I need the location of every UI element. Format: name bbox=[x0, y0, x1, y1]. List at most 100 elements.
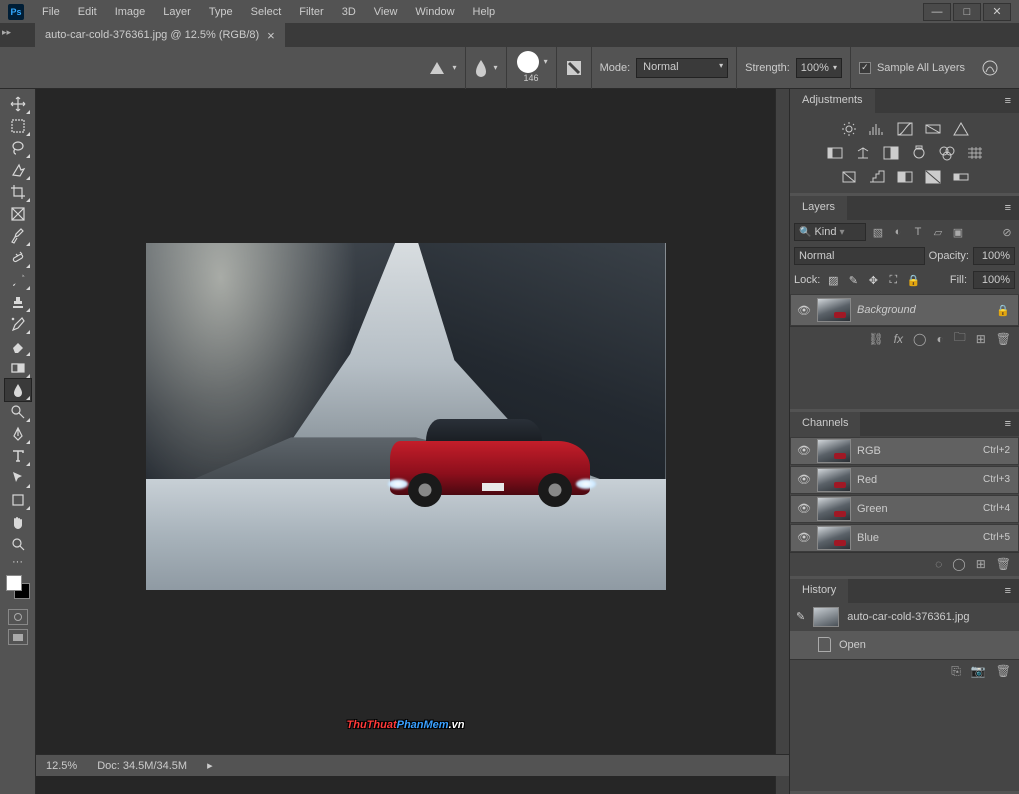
quickmask-toggle[interactable] bbox=[8, 609, 28, 625]
new-layer-icon[interactable]: ⊞ bbox=[976, 332, 986, 346]
layer-thumbnail[interactable] bbox=[817, 298, 851, 322]
channel-row-blue[interactable]: 👁BlueCtrl+5 bbox=[790, 524, 1019, 552]
visibility-toggle-icon[interactable]: 👁 bbox=[791, 502, 817, 515]
visibility-toggle-icon[interactable]: 👁 bbox=[791, 304, 817, 317]
foreground-color[interactable] bbox=[6, 575, 22, 591]
minimize-button[interactable]: — bbox=[923, 3, 951, 21]
history-snapshot-row[interactable]: ✎ auto-car-cold-376361.jpg bbox=[790, 603, 1019, 631]
link-layers-icon[interactable]: ⛓ bbox=[868, 332, 883, 346]
group-icon[interactable]: 🗀 bbox=[954, 328, 966, 349]
menu-window[interactable]: Window bbox=[407, 2, 462, 22]
blend-mode-select[interactable]: Normal bbox=[794, 247, 925, 265]
path-select-tool[interactable] bbox=[5, 467, 31, 489]
brush-panel-toggle[interactable] bbox=[557, 47, 592, 89]
fill-input[interactable]: 100% bbox=[973, 271, 1015, 289]
filter-adjust-icon[interactable]: ◐ bbox=[890, 224, 906, 240]
brush-tool[interactable] bbox=[5, 269, 31, 291]
sample-all-layers-control[interactable]: ✓ Sample All Layers bbox=[851, 47, 973, 89]
tool-preset-picker[interactable]: ▾ bbox=[419, 47, 466, 89]
menu-file[interactable]: File bbox=[34, 2, 68, 22]
close-tab-icon[interactable]: × bbox=[267, 28, 275, 43]
mode-select[interactable]: Normal bbox=[636, 58, 728, 78]
type-tool[interactable] bbox=[5, 445, 31, 467]
healing-brush-tool[interactable] bbox=[5, 247, 31, 269]
filter-toggle-icon[interactable]: ⊘ bbox=[999, 224, 1015, 240]
brightness-icon[interactable] bbox=[840, 121, 858, 137]
screenmode-toggle[interactable] bbox=[8, 629, 28, 645]
visibility-toggle-icon[interactable]: 👁 bbox=[791, 531, 817, 544]
filter-smart-icon[interactable]: ▣ bbox=[950, 224, 966, 240]
layers-tab[interactable]: Layers bbox=[790, 196, 847, 220]
delete-layer-icon[interactable]: 🗑 bbox=[996, 332, 1011, 346]
menu-filter[interactable]: Filter bbox=[291, 2, 331, 22]
eraser-tool[interactable] bbox=[5, 335, 31, 357]
new-snapshot-icon[interactable]: 📷 bbox=[971, 664, 986, 678]
mask-icon[interactable]: ◯ bbox=[913, 332, 926, 346]
lock-position-icon[interactable]: ✥ bbox=[866, 273, 880, 287]
adjustment-layer-icon[interactable]: ◐ bbox=[936, 332, 943, 346]
photo-filter-icon[interactable] bbox=[910, 145, 928, 161]
hue-icon[interactable] bbox=[826, 145, 844, 161]
bw-icon[interactable] bbox=[882, 145, 900, 161]
options-expand-toggle[interactable]: ▸▸ bbox=[2, 27, 14, 38]
layer-row-background[interactable]: 👁 Background 🔒 bbox=[790, 294, 1019, 326]
menu-type[interactable]: Type bbox=[201, 2, 241, 22]
selective-color-icon[interactable] bbox=[924, 169, 942, 185]
history-state-open[interactable]: Open bbox=[790, 631, 1019, 659]
filter-pixel-icon[interactable]: ▧ bbox=[870, 224, 886, 240]
edit-toolbar[interactable]: ··· bbox=[5, 555, 31, 569]
save-selection-icon[interactable]: ◯ bbox=[952, 557, 965, 571]
brush-preset-picker[interactable]: ▾ 146 bbox=[507, 47, 557, 89]
adjustments-tab[interactable]: Adjustments bbox=[790, 89, 875, 113]
gradient-map-icon[interactable] bbox=[952, 169, 970, 185]
menu-select[interactable]: Select bbox=[243, 2, 290, 22]
statusbar-chevron-icon[interactable]: ▸ bbox=[207, 759, 213, 772]
lock-transparent-icon[interactable]: ▨ bbox=[826, 273, 840, 287]
lock-artboard-icon[interactable]: ⛶ bbox=[886, 273, 900, 287]
dodge-tool[interactable] bbox=[5, 401, 31, 423]
menu-3d[interactable]: 3D bbox=[334, 2, 364, 22]
doc-size[interactable]: Doc: 34.5M/34.5M bbox=[97, 760, 187, 772]
channel-row-rgb[interactable]: 👁RGBCtrl+2 bbox=[790, 437, 1019, 465]
lasso-tool[interactable] bbox=[5, 137, 31, 159]
vibrance-icon[interactable] bbox=[952, 121, 970, 137]
history-brush-source-icon[interactable]: ✎ bbox=[796, 610, 805, 623]
color-swatches[interactable] bbox=[6, 575, 30, 599]
strength-input[interactable]: 100%▾ bbox=[796, 58, 842, 78]
layer-filter-kind[interactable]: 🔍 Kind ▾ bbox=[794, 223, 866, 241]
menu-layer[interactable]: Layer bbox=[155, 2, 199, 22]
eyedropper-tool[interactable] bbox=[5, 225, 31, 247]
layer-name[interactable]: Background bbox=[857, 304, 996, 316]
opacity-input[interactable]: 100% bbox=[973, 247, 1015, 265]
adjustments-menu-icon[interactable]: ≡ bbox=[997, 95, 1019, 107]
channel-mixer-icon[interactable] bbox=[938, 145, 956, 161]
new-doc-from-state-icon[interactable]: ⎘ bbox=[951, 664, 961, 679]
layers-menu-icon[interactable]: ≡ bbox=[997, 202, 1019, 214]
document-tab[interactable]: auto-car-cold-376361.jpg @ 12.5% (RGB/8)… bbox=[35, 23, 285, 47]
sample-all-checkbox[interactable]: ✓ bbox=[859, 62, 871, 74]
move-tool[interactable] bbox=[5, 93, 31, 115]
scrollbar-vertical[interactable] bbox=[775, 89, 789, 794]
stamp-tool[interactable] bbox=[5, 291, 31, 313]
close-button[interactable]: ✕ bbox=[983, 3, 1011, 21]
history-menu-icon[interactable]: ≡ bbox=[997, 585, 1019, 597]
pen-tool[interactable] bbox=[5, 423, 31, 445]
curves-icon[interactable] bbox=[896, 121, 914, 137]
new-channel-icon[interactable]: ⊞ bbox=[976, 557, 986, 571]
menu-image[interactable]: Image bbox=[107, 2, 154, 22]
channels-tab[interactable]: Channels bbox=[790, 412, 860, 436]
menu-help[interactable]: Help bbox=[465, 2, 504, 22]
color-balance-icon[interactable] bbox=[854, 145, 872, 161]
threshold-icon[interactable] bbox=[896, 169, 914, 185]
filter-shape-icon[interactable]: ▱ bbox=[930, 224, 946, 240]
visibility-toggle-icon[interactable]: 👁 bbox=[791, 473, 817, 486]
channel-row-green[interactable]: 👁GreenCtrl+4 bbox=[790, 495, 1019, 523]
document-canvas[interactable] bbox=[146, 243, 666, 590]
color-lookup-icon[interactable] bbox=[966, 145, 984, 161]
frame-tool[interactable] bbox=[5, 203, 31, 225]
channels-menu-icon[interactable]: ≡ bbox=[997, 418, 1019, 430]
zoom-level[interactable]: 12.5% bbox=[46, 760, 77, 772]
load-selection-icon[interactable]: ◌ bbox=[935, 557, 942, 571]
gradient-tool[interactable] bbox=[5, 357, 31, 379]
crop-tool[interactable] bbox=[5, 181, 31, 203]
